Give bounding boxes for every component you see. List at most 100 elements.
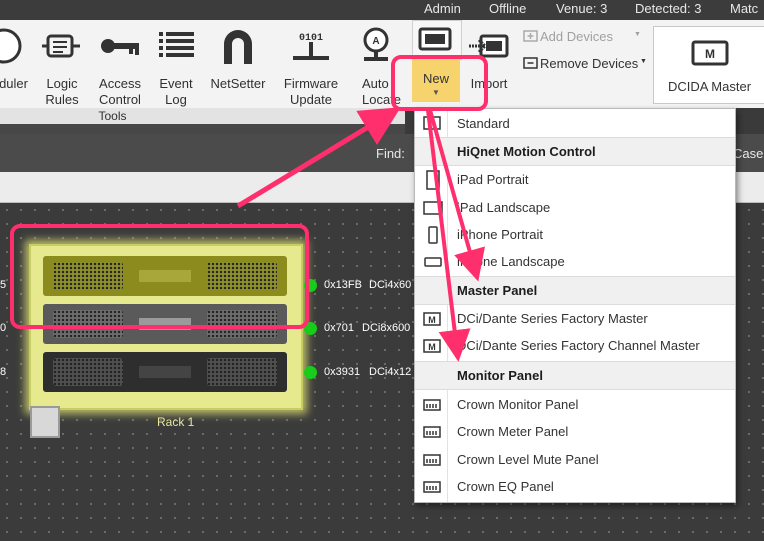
import-icon xyxy=(469,34,509,58)
menu-item-label: Crown Monitor Panel xyxy=(457,397,579,412)
device-model: DCi4x12 xyxy=(369,366,412,378)
new-button[interactable]: New ▼ xyxy=(412,20,462,102)
status-detected[interactable]: Detected: 3 xyxy=(635,0,702,20)
ribbon-bottom-band xyxy=(0,124,405,134)
event-log-icon xyxy=(159,32,194,57)
logic-rules-button[interactable]: Logic Rules xyxy=(38,26,86,107)
chevron-down-icon: ▼ xyxy=(432,88,440,97)
rack-thumbnail-icon[interactable] xyxy=(30,406,60,438)
device-id: 0x701 xyxy=(324,322,354,334)
amplifier-device-1[interactable] xyxy=(43,256,287,296)
menu-item-label: iPhone Landscape xyxy=(457,254,565,269)
status-bar: Admin Offline Venue: 3 Detected: 3 Matc xyxy=(0,0,764,20)
add-devices-label: Add Devices xyxy=(540,29,613,44)
firmware-update-button[interactable]: 0101 Firmware Update xyxy=(278,26,344,107)
menu-item-label: Standard xyxy=(457,116,510,131)
new-panel-icon xyxy=(418,27,452,51)
auto-locate-button[interactable]: A Auto Locate xyxy=(352,26,402,107)
master-panel-icon: M xyxy=(423,312,441,326)
event-log-label: Event Log xyxy=(159,76,193,107)
menu-header-label: Monitor Panel xyxy=(457,368,543,383)
menu-item-label: DCi/Dante Series Factory Master xyxy=(457,311,648,326)
edge-number: 0 xyxy=(0,322,7,334)
menu-item-label: iPad Portrait xyxy=(457,172,529,187)
key-icon xyxy=(101,39,139,55)
device-model: DCi4x60 xyxy=(369,279,412,291)
remove-devices-label: Remove Devices xyxy=(540,56,639,71)
add-devices-button[interactable]: Add Devices ▼ xyxy=(520,26,650,48)
menu-item-label: DCi/Dante Series Factory Channel Master xyxy=(457,338,700,353)
add-devices-chevron-icon: ▼ xyxy=(634,31,641,38)
meter-panel-icon xyxy=(423,481,441,493)
iphone-portrait-icon xyxy=(428,226,438,244)
status-offline[interactable]: Offline xyxy=(489,0,526,20)
logic-rules-icon xyxy=(42,34,80,58)
event-log-button[interactable]: Event Log xyxy=(154,26,198,107)
scheduler-label: duler xyxy=(0,76,28,91)
menu-item-level-mute-panel[interactable]: Crown Level Mute Panel xyxy=(415,447,735,473)
svg-text:A: A xyxy=(372,36,379,47)
master-panel-icon: M xyxy=(423,339,441,353)
svg-text:M: M xyxy=(428,342,436,352)
import-label: Import xyxy=(470,76,508,91)
amplifier-device-3[interactable] xyxy=(43,352,287,392)
menu-item-ipad-landscape[interactable]: iPad Landscape xyxy=(415,195,735,221)
svg-text:M: M xyxy=(705,47,715,61)
firmware-update-label: Firmware Update xyxy=(283,76,339,107)
meter-panel-icon xyxy=(423,454,441,466)
remove-devices-button[interactable]: Remove Devices ▼ xyxy=(520,53,650,75)
netsetter-button[interactable]: NetSetter xyxy=(204,26,272,106)
menu-item-factory-master[interactable]: M DCi/Dante Series Factory Master xyxy=(415,306,735,332)
access-control-button[interactable]: Access Control xyxy=(92,26,148,107)
status-match[interactable]: Matc xyxy=(730,0,758,20)
dcida-master-button[interactable]: M DCIDA Master xyxy=(653,26,764,104)
menu-header-label: HiQnet Motion Control xyxy=(457,144,596,159)
device-id: 0x3931 xyxy=(324,366,361,378)
ribbon: duler Logic Rules Access Control Event L… xyxy=(0,20,764,108)
menu-item-iphone-portrait[interactable]: iPhone Portrait xyxy=(415,222,735,248)
amplifier-grille xyxy=(207,358,277,386)
auto-locate-label: Auto Locate xyxy=(362,76,402,107)
netsetter-label: NetSetter xyxy=(210,76,266,91)
menu-item-standard[interactable]: Standard xyxy=(415,112,735,134)
menu-item-iphone-landscape[interactable]: iPhone Landscape xyxy=(415,249,735,275)
new-button-dropdown[interactable]: New ▼ xyxy=(412,58,460,102)
amplifier-grille xyxy=(53,310,123,338)
menu-item-factory-channel-master[interactable]: M DCi/Dante Series Factory Channel Maste… xyxy=(415,333,735,359)
status-venue[interactable]: Venue: 3 xyxy=(556,0,607,20)
meter-panel-icon xyxy=(423,399,441,411)
locate-icon: A xyxy=(363,27,389,61)
meter-panel-icon xyxy=(423,426,441,438)
scheduler-button[interactable]: duler xyxy=(0,26,32,106)
import-button[interactable]: Import xyxy=(462,26,516,106)
rack[interactable] xyxy=(29,244,303,410)
edge-number: 5 xyxy=(0,279,7,291)
match-case-label[interactable]: Case xyxy=(733,146,763,161)
ipad-landscape-icon xyxy=(423,201,443,215)
master-panel-icon: M xyxy=(691,40,729,66)
amplifier-display xyxy=(139,366,191,378)
device-id: 0x13FB xyxy=(324,279,362,291)
menu-header-label: Master Panel xyxy=(457,283,538,298)
device-status-icon xyxy=(304,322,317,335)
amplifier-display xyxy=(139,318,191,330)
tools-group-label: Tools xyxy=(98,109,127,123)
find-label: Find: xyxy=(376,146,405,161)
new-button-top[interactable] xyxy=(412,20,462,60)
menu-item-monitor-panel[interactable]: Crown Monitor Panel xyxy=(415,392,735,418)
access-control-label: Access Control xyxy=(99,76,141,107)
menu-item-eq-panel[interactable]: Crown EQ Panel xyxy=(415,474,735,500)
menu-item-meter-panel[interactable]: Crown Meter Panel xyxy=(415,419,735,445)
edge-number: 8 xyxy=(0,366,7,378)
menu-item-label: Crown Meter Panel xyxy=(457,424,569,439)
rack-label: Rack 1 xyxy=(157,415,195,429)
amplifier-device-2[interactable] xyxy=(43,304,287,344)
status-admin[interactable]: Admin xyxy=(424,0,461,20)
amplifier-display xyxy=(139,270,191,282)
amplifier-grille xyxy=(53,262,123,290)
new-dropdown-menu: Standard HiQnet Motion Control iPad Port… xyxy=(414,108,736,503)
firmware-icon: 0101 xyxy=(293,33,329,60)
add-devices-icon xyxy=(523,30,538,42)
menu-item-ipad-portrait[interactable]: iPad Portrait xyxy=(415,167,735,193)
menu-item-label: Crown EQ Panel xyxy=(457,479,554,494)
